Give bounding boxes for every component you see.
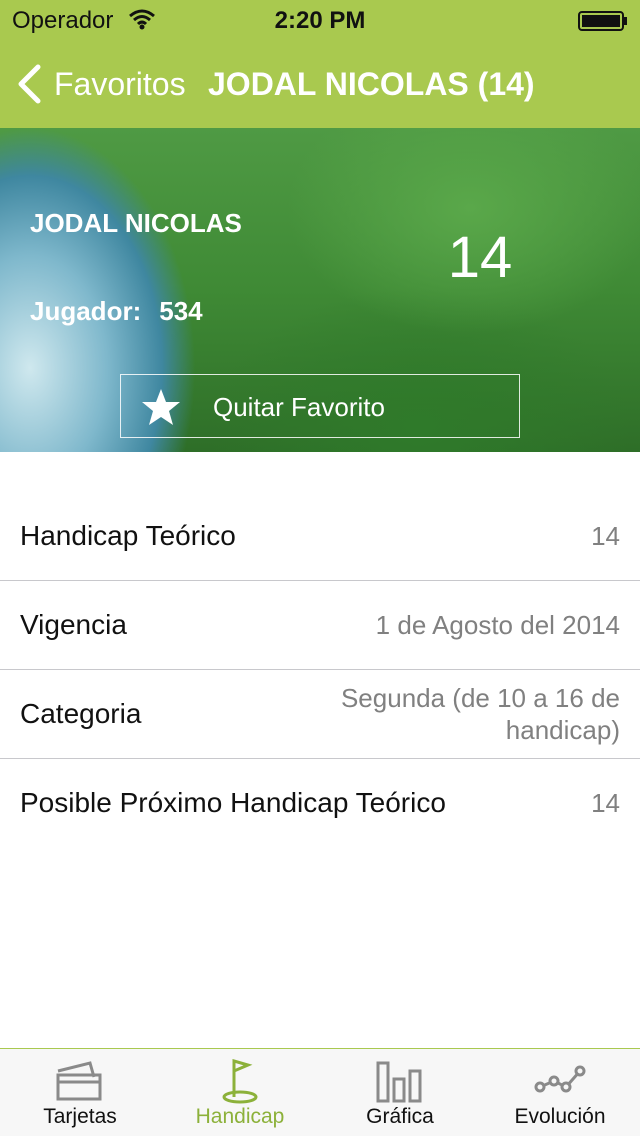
detail-row-proximo-handicap: Posible Próximo Handicap Teórico 14 [0, 759, 640, 848]
player-name: JODAL NICOLAS [30, 208, 242, 238]
detail-value: 1 de Agosto del 2014 [375, 609, 620, 640]
remove-favorite-button[interactable]: Quitar Favorito [120, 374, 520, 438]
handicap-details: Handicap Teórico 14 Vigencia 1 de Agosto… [0, 492, 640, 848]
detail-row-categoria: Categoria Segunda (de 10 a 16 de handica… [0, 670, 640, 759]
detail-value: 14 [591, 787, 620, 818]
star-icon [142, 389, 180, 425]
clock: 2:20 PM [274, 7, 366, 34]
back-label: Favoritos [54, 65, 186, 102]
battery-icon [578, 11, 627, 31]
status-bar: Operador 2:20 PM [0, 0, 640, 40]
tab-tarjetas[interactable]: Tarjetas [0, 1049, 160, 1136]
page-title: JODAL NICOLAS (14) [208, 66, 535, 102]
bar-chart-icon [376, 1061, 422, 1103]
remove-favorite-label: Quitar Favorito [213, 392, 385, 422]
player-label: Jugador: [30, 296, 142, 326]
detail-label: Handicap Teórico [20, 520, 236, 551]
tab-label: Evolución [514, 1105, 606, 1128]
detail-label: Categoria [20, 698, 142, 729]
tab-evolucion[interactable]: Evolución [480, 1049, 640, 1136]
tab-label: Gráfica [366, 1105, 434, 1128]
top-bar: Operador 2:20 PM Favoritos JODAL NICOLAS… [0, 0, 640, 128]
cards-icon [56, 1061, 102, 1101]
handicap-value: 14 [447, 225, 513, 290]
tab-grafica[interactable]: Gráfica [320, 1049, 480, 1136]
detail-label: Posible Próximo Handicap Teórico [20, 787, 446, 818]
tab-label: Tarjetas [43, 1105, 117, 1128]
line-nodes-icon [534, 1065, 586, 1093]
detail-row-handicap-teorico: Handicap Teórico 14 [0, 492, 640, 581]
navigation-bar: Favoritos JODAL NICOLAS (14) [0, 40, 640, 128]
player-number: 534 [159, 296, 203, 326]
detail-label: Vigencia [20, 609, 127, 640]
detail-value: 14 [591, 520, 620, 551]
tab-handicap[interactable]: Handicap [160, 1049, 320, 1136]
player-header: JODAL NICOLAS 14 Jugador: 534 Quitar Favo… [0, 128, 640, 452]
tab-label: Handicap [195, 1105, 285, 1128]
chevron-left-icon [18, 64, 41, 104]
golf-flag-icon [222, 1059, 258, 1104]
tab-bar: Tarjetas Handicap Gráfica Evolución [0, 1048, 640, 1136]
back-button[interactable]: Favoritos [16, 62, 186, 106]
player-id: Jugador: 534 [30, 296, 203, 327]
detail-value: Segunda (de 10 a 16 de handicap) [340, 683, 620, 745]
detail-row-vigencia: Vigencia 1 de Agosto del 2014 [0, 581, 640, 670]
